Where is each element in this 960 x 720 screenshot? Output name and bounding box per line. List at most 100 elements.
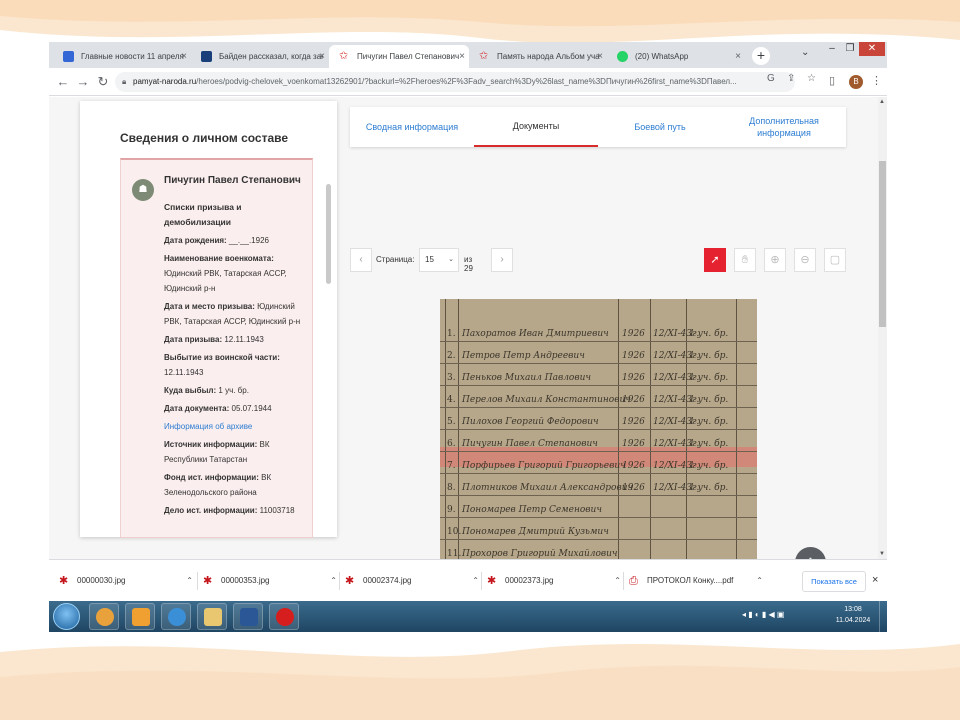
system-tray[interactable]: ◂ ▮ ◐ ▮ ◀︎ ▣ — [742, 610, 784, 619]
google-icon[interactable]: G — [767, 73, 775, 84]
archive-info-link[interactable]: Информация об архиве — [164, 419, 309, 434]
card-scrollbar[interactable] — [326, 184, 331, 284]
profile-avatar[interactable]: В — [849, 75, 863, 89]
show-all-downloads-button[interactable]: Показать все — [802, 571, 866, 592]
scan-row-year: 1926 — [622, 461, 645, 471]
close-icon[interactable]: × — [597, 45, 603, 68]
tab-documents[interactable]: Документы — [474, 107, 598, 147]
scan-row-number: 5. — [447, 417, 456, 427]
scan-row-number: 8. — [447, 483, 456, 493]
show-desktop-button[interactable] — [879, 601, 887, 632]
browser-tab-album[interactable]: ✩ Память народа Альбом уча × — [469, 45, 607, 68]
taskbar-media[interactable] — [125, 603, 155, 630]
screenshot: Главные новости 11 апреля × Байден расск… — [49, 42, 887, 632]
scan-row-unit: 1 уч. бр. — [689, 373, 729, 383]
pointer-tool-icon[interactable]: ➚ — [704, 248, 726, 272]
taskbar-ie[interactable] — [161, 603, 191, 630]
page-select[interactable]: 15 ⌄ — [419, 248, 459, 272]
word-icon — [240, 608, 258, 626]
scroll-down-icon[interactable]: ▼ — [879, 551, 885, 557]
taskbar-chrome[interactable] — [89, 603, 119, 630]
back-arrow-icon[interactable]: ← — [55, 74, 71, 89]
tab-additional-info[interactable]: Дополнительная информация — [722, 107, 846, 147]
app-icon — [276, 608, 294, 626]
scan-row-number: 6. — [447, 439, 456, 449]
browser-toolbar: ← → ↻ 🔒︎ pamyat-naroda.ru/heroes/podvig-… — [49, 68, 887, 96]
download-item[interactable]: ⎙ ПРОТОКОЛ Конку....pdf ⌃ — [623, 571, 763, 591]
close-icon[interactable]: × — [459, 45, 465, 68]
close-icon[interactable]: × — [319, 45, 325, 68]
tab-summary[interactable]: Сводная информация — [350, 107, 474, 147]
address-bar[interactable]: 🔒︎ pamyat-naroda.ru/heroes/podvig-chelov… — [115, 72, 795, 92]
chevron-down-icon[interactable]: ⌄ — [801, 47, 809, 58]
share-icon[interactable]: ⇪ — [787, 73, 795, 84]
field-destination: Куда выбыл: 1 уч. бр. — [164, 386, 249, 395]
zoom-in-icon[interactable]: ⊕ — [764, 248, 786, 272]
scanned-document[interactable]: 1. Пахоратов Иван Дмитриевич 1926 12/XI-43г… — [440, 299, 757, 559]
close-icon[interactable]: × — [872, 574, 878, 586]
taskbar-word[interactable] — [233, 603, 263, 630]
field-departure: Выбытие из воинской части: 12.11.1943 — [164, 353, 280, 377]
start-button[interactable] — [53, 603, 80, 630]
page-scrollbar[interactable]: ▲ ▼ — [878, 97, 887, 559]
taskbar-clock[interactable]: 13:08 11.04.2024 — [831, 604, 875, 626]
scan-row-number: 4. — [447, 395, 456, 405]
field-fund: Фонд ист. информации: ВК Зеленодольского… — [164, 473, 272, 497]
download-item[interactable]: ✱ 00002373.jpg ⌃ — [481, 571, 621, 591]
forward-arrow-icon[interactable]: → — [75, 74, 91, 89]
close-icon[interactable]: × — [181, 45, 187, 68]
browser-tab-pichugin[interactable]: ✩ Пичугин Павел Степанович × — [329, 45, 469, 68]
hand-tool-icon[interactable]: ✋︎ — [734, 248, 756, 272]
restore-icon[interactable]: ❐ — [841, 42, 859, 56]
chevron-down-icon: ⌄ — [448, 256, 454, 263]
taskbar-explorer[interactable] — [197, 603, 227, 630]
chevron-up-icon[interactable]: ⌃ — [472, 571, 479, 591]
prev-page-button[interactable]: ‹ — [350, 248, 372, 272]
chevron-up-icon[interactable]: ⌃ — [186, 571, 193, 591]
window-close-icon[interactable]: ✕ — [859, 42, 885, 56]
windows-taskbar: ◂ ▮ ◐ ▮ ◀︎ ▣ 13:08 11.04.2024 — [49, 601, 887, 632]
download-item[interactable]: ✱ 00000030.jpg ⌃ — [53, 571, 193, 591]
close-icon[interactable]: × — [735, 45, 741, 68]
file-icon: ✱ — [203, 575, 213, 587]
scan-row-name: Плотников Михаил Александрович — [462, 483, 634, 493]
taskbar-app[interactable] — [269, 603, 299, 630]
browser-tab-news[interactable]: Главные новости 11 апреля × — [53, 45, 191, 68]
side-panel-icon[interactable]: ▯ — [829, 74, 835, 87]
chevron-up-icon[interactable]: ⌃ — [330, 571, 337, 591]
bookmark-star-icon[interactable]: ☆ — [807, 73, 816, 84]
person-fields: Списки призыва и демобилизации Дата рожд… — [164, 200, 309, 521]
folder-icon — [204, 608, 222, 626]
scan-row-line — [440, 407, 757, 408]
scan-row-year: 1926 — [622, 439, 645, 449]
scan-row-year: 1926 — [622, 417, 645, 427]
scan-row-name: Прохоров Григорий Михайлович — [462, 549, 618, 559]
page-total: из 29 — [464, 255, 473, 273]
scroll-to-top-button[interactable]: ^ — [795, 547, 826, 559]
download-item[interactable]: ✱ 00000353.jpg ⌃ — [197, 571, 337, 591]
tab-favicon-icon — [63, 51, 74, 62]
tab-combat-path[interactable]: Боевой путь — [598, 107, 722, 147]
url-path: /heroes/podvig-chelovek_voenkomat1326290… — [196, 77, 737, 86]
scan-row-number: 7. — [447, 461, 456, 471]
browser-tab-biden[interactable]: Байден рассказал, когда закон × — [191, 45, 329, 68]
scroll-up-icon[interactable]: ▲ — [879, 99, 885, 105]
browser-tab-whatsapp[interactable]: (20) WhatsApp × — [607, 45, 745, 68]
chevron-up-icon[interactable]: ⌃ — [614, 571, 621, 591]
fullscreen-icon[interactable]: ▢ — [824, 248, 846, 272]
scan-row-year: 1926 — [622, 329, 645, 339]
scrollbar-thumb[interactable] — [879, 161, 886, 327]
scan-row-line — [440, 429, 757, 430]
next-page-button[interactable]: › — [491, 248, 513, 272]
person-icon: ☗ — [132, 179, 154, 201]
scan-row-number: 3. — [447, 373, 456, 383]
download-item[interactable]: ✱ 00002374.jpg ⌃ — [339, 571, 479, 591]
zoom-out-icon[interactable]: ⊖ — [794, 248, 816, 272]
reload-icon[interactable]: ↻ — [95, 74, 111, 90]
new-tab-button[interactable]: + — [752, 47, 770, 65]
chevron-up-icon[interactable]: ⌃ — [756, 571, 763, 591]
menu-dots-icon[interactable]: ⋮ — [871, 74, 882, 87]
page-label: Страница: — [376, 255, 415, 264]
minimize-icon[interactable]: – — [823, 42, 841, 56]
field-birth-date: Дата рождения: __.__.1926 — [164, 236, 269, 245]
